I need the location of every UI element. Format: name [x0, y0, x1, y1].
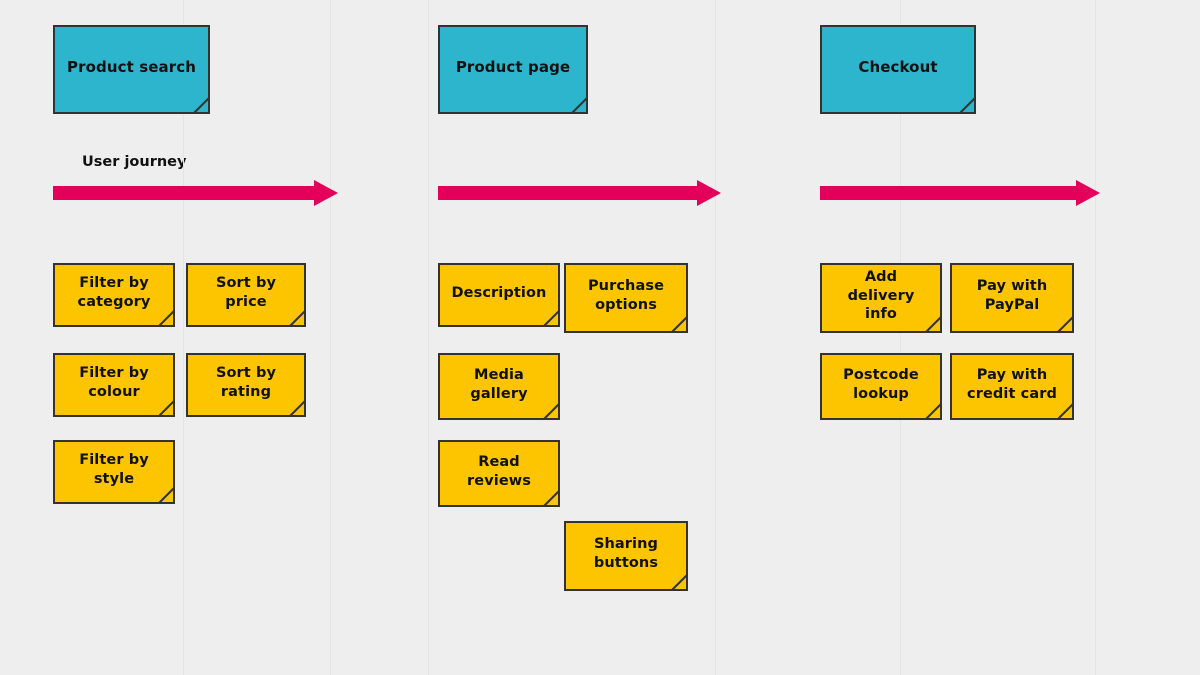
header-note-product-search[interactable]: Product search — [53, 25, 210, 114]
story-note-product-page-4-label: Sharing buttons — [593, 536, 659, 571]
header-note-product-page-label: Product page — [455, 57, 571, 76]
story-note-product-page-2-label: Media gallery — [470, 366, 528, 402]
story-note-checkout-3-label: Pay with credit card — [967, 366, 1057, 402]
note-fold-corner-icon — [668, 571, 688, 591]
story-note-product-search-0[interactable]: Filter by category — [53, 263, 175, 327]
story-note-product-search-4-label: Filter by style — [79, 452, 149, 487]
story-note-product-page-1[interactable]: Purchase options — [564, 263, 688, 333]
note-fold-corner-icon — [668, 313, 688, 333]
story-note-checkout-3[interactable]: Pay with credit card — [950, 353, 1074, 420]
story-note-product-search-1-label: Sort by price — [215, 275, 277, 310]
user-journey-arrow-2 — [820, 180, 1100, 206]
story-note-checkout-2[interactable]: Postcode lookup — [820, 353, 942, 420]
story-note-product-page-2[interactable]: Media gallery — [438, 353, 560, 420]
note-fold-corner-icon — [956, 94, 976, 114]
note-fold-corner-icon — [190, 94, 210, 114]
story-note-product-search-2[interactable]: Filter by colour — [53, 353, 175, 417]
story-note-product-page-3-label: Read reviews — [467, 453, 531, 489]
story-note-product-page-0[interactable]: Description — [438, 263, 560, 327]
story-note-product-search-4[interactable]: Filter by style — [53, 440, 175, 504]
story-note-product-page-3[interactable]: Read reviews — [438, 440, 560, 507]
user-journey-arrow-1 — [438, 180, 721, 206]
column-divider-2 — [715, 0, 716, 675]
story-map-canvas: User journey Product search Filter by ca… — [0, 0, 1200, 675]
story-note-product-search-0-label: Filter by category — [77, 275, 151, 310]
header-note-product-page[interactable]: Product page — [438, 25, 588, 114]
column-divider-5 — [428, 0, 429, 675]
story-note-product-page-1-label: Purchase options — [587, 278, 665, 313]
story-note-checkout-1[interactable]: Pay with PayPal — [950, 263, 1074, 333]
header-note-product-search-label: Product search — [67, 57, 196, 76]
column-divider-4 — [1095, 0, 1096, 675]
story-note-checkout-2-label: Postcode lookup — [843, 366, 919, 402]
user-journey-caption: User journey — [82, 154, 187, 170]
header-note-checkout[interactable]: Checkout — [820, 25, 976, 114]
column-divider-1 — [330, 0, 331, 675]
story-note-product-search-3-label: Sort by rating — [215, 365, 277, 400]
story-note-product-search-1[interactable]: Sort by price — [186, 263, 306, 327]
user-journey-arrow-0 — [53, 180, 338, 206]
story-note-checkout-0-label: Add delivery info — [847, 269, 915, 323]
story-note-checkout-0[interactable]: Add delivery info — [820, 263, 942, 333]
story-note-product-search-2-label: Filter by colour — [79, 365, 149, 400]
note-fold-corner-icon — [1054, 313, 1074, 333]
header-note-checkout-label: Checkout — [858, 57, 938, 76]
note-fold-corner-icon — [540, 307, 560, 327]
story-note-checkout-1-label: Pay with PayPal — [976, 278, 1048, 313]
story-note-product-search-3[interactable]: Sort by rating — [186, 353, 306, 417]
story-note-product-page-0-label: Description — [451, 284, 547, 301]
note-fold-corner-icon — [568, 94, 588, 114]
story-note-product-page-4[interactable]: Sharing buttons — [564, 521, 688, 591]
